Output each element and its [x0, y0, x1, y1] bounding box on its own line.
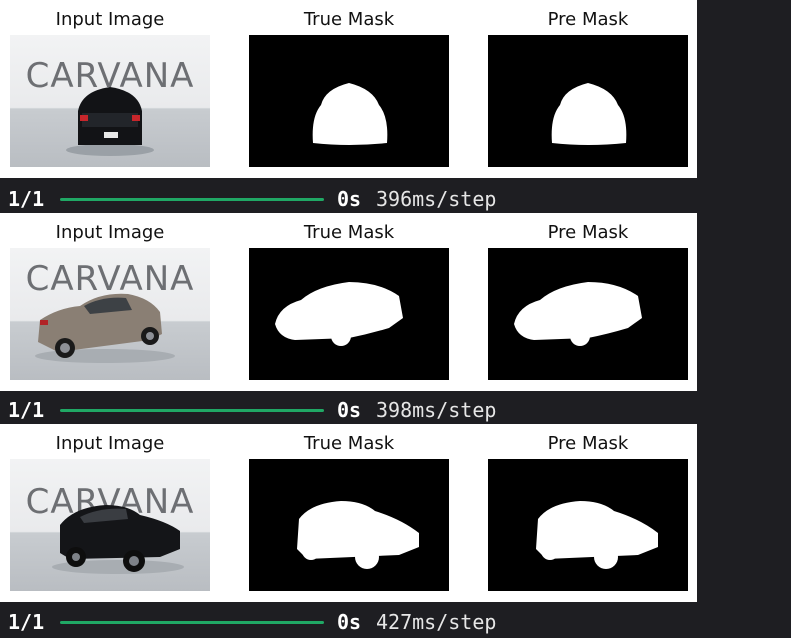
- pred-mask-image: [488, 35, 688, 167]
- true-mask-image: [249, 459, 449, 591]
- input-image-column: Input Image CARVANA: [10, 0, 210, 178]
- column-title: True Mask: [303, 222, 395, 243]
- progress-line-1: 1/1 0s 396ms/step: [0, 181, 791, 215]
- progress-fill: [60, 198, 324, 201]
- true-mask-column: True Mask: [249, 424, 449, 602]
- progress-fill: [60, 621, 324, 624]
- pred-mask-column: Pre Mask: [488, 213, 688, 391]
- true-mask-image: [249, 248, 449, 380]
- column-title: Pre Mask: [547, 433, 629, 454]
- input-image-column: Input Image CARVANA: [10, 213, 210, 391]
- pred-mask-image: [488, 248, 688, 380]
- result-panel-1: Input Image CARVANA True Mask Pre Mask: [0, 0, 697, 178]
- column-title: Pre Mask: [547, 222, 629, 243]
- column-title: True Mask: [303, 9, 395, 30]
- column-title: Input Image: [55, 433, 165, 454]
- input-image: CARVANA: [10, 459, 210, 591]
- eta-text: 0s: [337, 610, 362, 634]
- progress-fill: [60, 409, 324, 412]
- speed-text: 427ms/step: [376, 610, 497, 634]
- column-title: True Mask: [303, 433, 395, 454]
- step-counter: 1/1: [8, 398, 45, 422]
- pred-mask-image: [488, 459, 688, 591]
- true-mask-image: [249, 35, 449, 167]
- true-mask-column: True Mask: [249, 213, 449, 391]
- result-panel-3: Input Image CARVANA True Mask Pre Mask: [0, 424, 697, 602]
- progress-bar: [60, 198, 324, 201]
- watermark-text: CARVANA: [26, 259, 195, 299]
- input-image: CARVANA: [10, 248, 210, 380]
- result-panel-2: Input Image CARVANA True Mask Pre Mask: [0, 213, 697, 391]
- input-image: CARVANA: [10, 35, 210, 167]
- progress-bar: [60, 409, 324, 412]
- column-title: Input Image: [55, 222, 165, 243]
- column-title: Input Image: [55, 9, 165, 30]
- step-counter: 1/1: [8, 187, 45, 211]
- input-image-column: Input Image CARVANA: [10, 424, 210, 602]
- progress-bar: [60, 621, 324, 624]
- step-counter: 1/1: [8, 610, 45, 634]
- column-title: Pre Mask: [547, 9, 629, 30]
- eta-text: 0s: [337, 187, 362, 211]
- true-mask-column: True Mask: [249, 0, 449, 178]
- pred-mask-column: Pre Mask: [488, 0, 688, 178]
- progress-line-3: 1/1 0s 427ms/step: [0, 604, 791, 638]
- speed-text: 398ms/step: [376, 398, 497, 422]
- eta-text: 0s: [337, 398, 362, 422]
- speed-text: 396ms/step: [376, 187, 497, 211]
- pred-mask-column: Pre Mask: [488, 424, 688, 602]
- progress-line-2: 1/1 0s 398ms/step: [0, 392, 791, 426]
